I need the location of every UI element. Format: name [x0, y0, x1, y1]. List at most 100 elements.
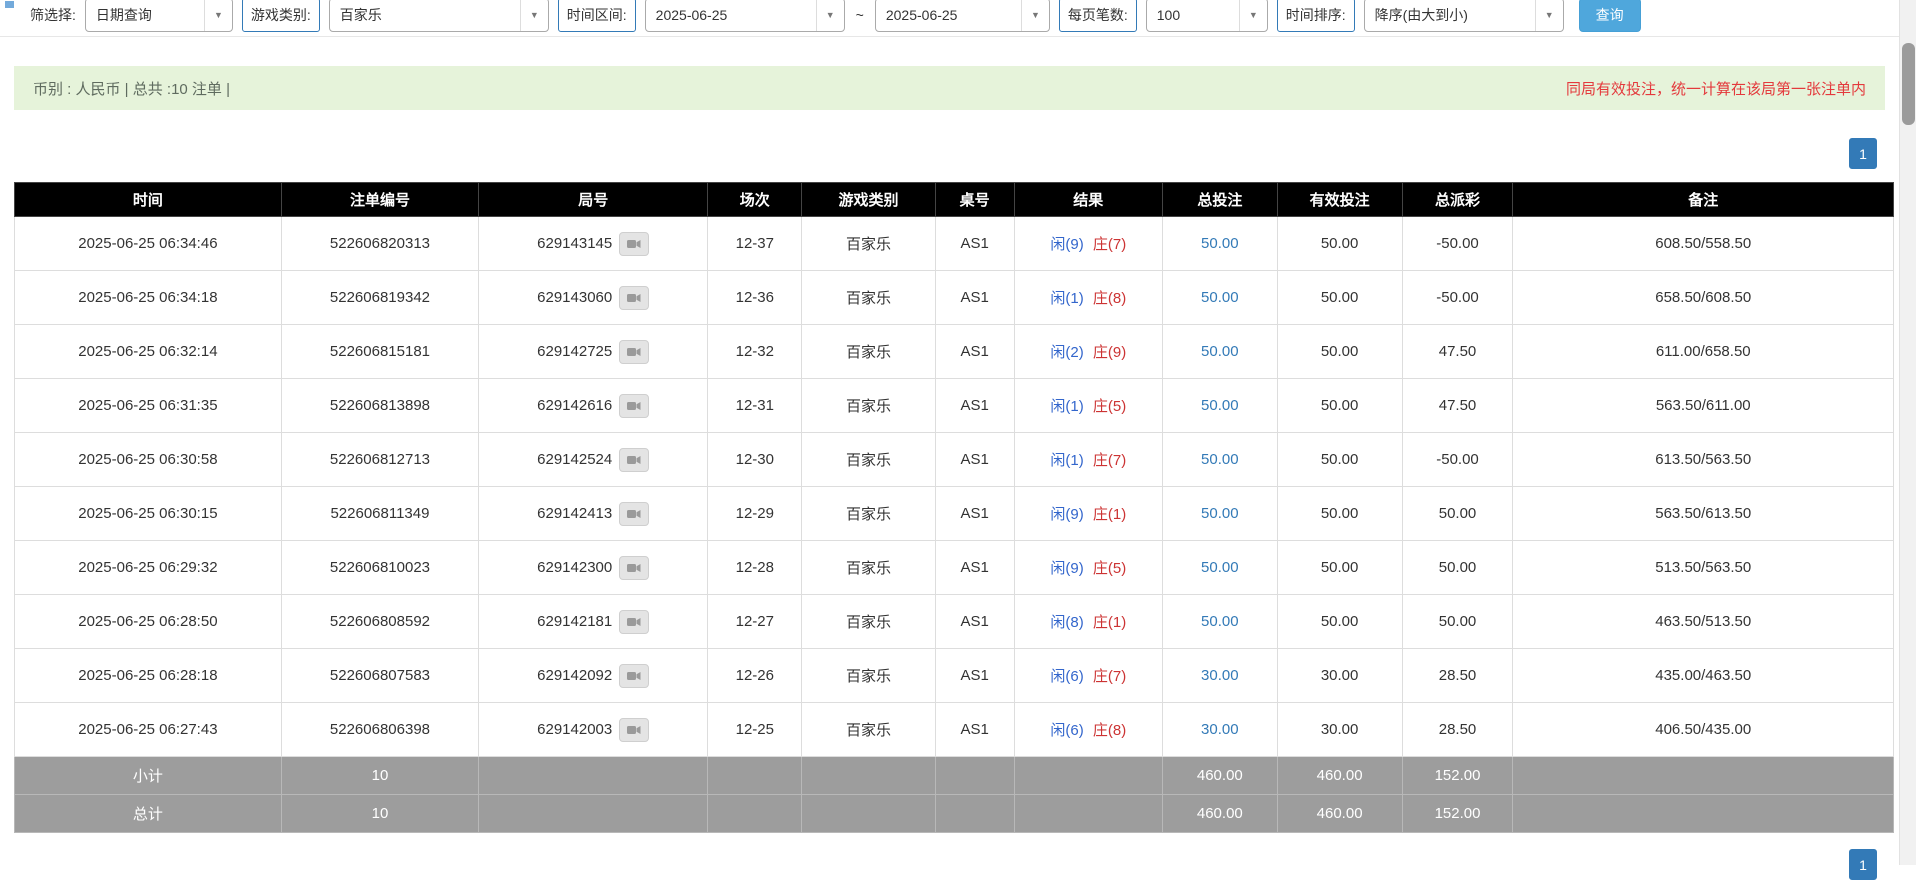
- total-bet-link[interactable]: 50.00: [1201, 289, 1239, 306]
- game-type: 百家乐: [802, 433, 935, 487]
- col-header-result: 结果: [1014, 183, 1162, 217]
- result-player: 闲(6): [1050, 668, 1083, 685]
- session-number: 12-28: [708, 541, 802, 595]
- scrollbar-thumb[interactable]: [1902, 43, 1915, 125]
- total-bet-link[interactable]: 50.00: [1201, 343, 1239, 360]
- bet-number: 522606812713: [281, 433, 478, 487]
- session-number: 12-31: [708, 379, 802, 433]
- total-bet-link[interactable]: 50.00: [1201, 451, 1239, 468]
- table-number: AS1: [935, 649, 1014, 703]
- table-number: AS1: [935, 325, 1014, 379]
- total-bet-link[interactable]: 50.00: [1201, 613, 1239, 630]
- total-bet-link[interactable]: 30.00: [1201, 721, 1239, 738]
- payout: 47.50: [1402, 379, 1513, 433]
- table-row: 2025-06-25 06:31:35 522606813898 6291426…: [15, 379, 1894, 433]
- search-button[interactable]: 查询: [1579, 0, 1641, 32]
- game-type: 百家乐: [802, 325, 935, 379]
- game-type: 百家乐: [802, 703, 935, 757]
- subtotal-payout: 152.00: [1402, 757, 1513, 795]
- bet-number: 522606811349: [281, 487, 478, 541]
- sort-order-select[interactable]: 降序(由大到小) ▼: [1364, 0, 1564, 32]
- result-banker: 庄(7): [1093, 452, 1126, 469]
- total-bet-link[interactable]: 50.00: [1201, 559, 1239, 576]
- total-bet-cell: 50.00: [1163, 595, 1278, 649]
- result-cell: 闲(8) 庄(1): [1014, 595, 1162, 649]
- bet-time: 2025-06-25 06:34:46: [15, 217, 282, 271]
- bet-time: 2025-06-25 06:34:18: [15, 271, 282, 325]
- payout: -50.00: [1402, 217, 1513, 271]
- col-header-round-no: 局号: [479, 183, 708, 217]
- result-player: 闲(9): [1050, 560, 1083, 577]
- total-bet-link[interactable]: 50.00: [1201, 505, 1239, 522]
- valid-bet: 50.00: [1277, 541, 1402, 595]
- bet-time: 2025-06-25 06:32:14: [15, 325, 282, 379]
- sort-order-label: 时间排序:: [1277, 0, 1355, 32]
- page-button[interactable]: 1: [1849, 138, 1877, 169]
- total-bet-link[interactable]: 50.00: [1201, 235, 1239, 252]
- payout: 47.50: [1402, 325, 1513, 379]
- bet-number: 522606806398: [281, 703, 478, 757]
- round-replay-icon[interactable]: [619, 286, 649, 310]
- valid-bet: 50.00: [1277, 433, 1402, 487]
- game-type: 百家乐: [802, 379, 935, 433]
- table-row: 2025-06-25 06:30:15 522606811349 6291424…: [15, 487, 1894, 541]
- summary-bar: 币别 : 人民币 | 总共 :10 注单 | 同局有效投注，统一计算在该局第一张…: [14, 66, 1885, 110]
- payout: -50.00: [1402, 433, 1513, 487]
- round-number-cell: 629142092: [479, 649, 708, 703]
- round-replay-icon[interactable]: [619, 718, 649, 742]
- result-banker: 庄(8): [1093, 290, 1126, 307]
- partial-link-fragment[interactable]: [5, 1, 14, 8]
- round-replay-icon[interactable]: [619, 556, 649, 580]
- round-replay-icon[interactable]: [619, 340, 649, 364]
- bet-number: 522606819342: [281, 271, 478, 325]
- vertical-scrollbar[interactable]: [1899, 0, 1916, 865]
- filter-type-select[interactable]: 日期查询 ▼: [85, 0, 233, 32]
- subtotal-label: 小计: [15, 757, 282, 795]
- page-size-select[interactable]: 100 ▼: [1146, 0, 1268, 32]
- remark: 563.50/613.50: [1513, 487, 1894, 541]
- col-header-game: 游戏类别: [802, 183, 935, 217]
- result-banker: 庄(9): [1093, 344, 1126, 361]
- total-bet-link[interactable]: 50.00: [1201, 397, 1239, 414]
- round-replay-icon[interactable]: [619, 448, 649, 472]
- page-size-label: 每页笔数:: [1059, 0, 1137, 32]
- result-banker: 庄(1): [1093, 614, 1126, 631]
- table-row: 2025-06-25 06:34:46 522606820313 6291431…: [15, 217, 1894, 271]
- game-type-value: 百家乐: [340, 5, 382, 25]
- date-from-value: 2025-06-25: [656, 7, 728, 23]
- game-type-select[interactable]: 百家乐 ▼: [329, 0, 549, 32]
- bet-time: 2025-06-25 06:30:15: [15, 487, 282, 541]
- table-number: AS1: [935, 217, 1014, 271]
- round-number: 629142181: [537, 613, 612, 630]
- total-bet-link[interactable]: 30.00: [1201, 667, 1239, 684]
- round-replay-icon[interactable]: [619, 664, 649, 688]
- table-number: AS1: [935, 433, 1014, 487]
- result-player: 闲(1): [1050, 398, 1083, 415]
- chevron-down-icon: ▼: [204, 0, 232, 31]
- bet-time: 2025-06-25 06:30:58: [15, 433, 282, 487]
- time-range-label: 时间区间:: [558, 0, 636, 32]
- date-to-select[interactable]: 2025-06-25 ▼: [875, 0, 1050, 32]
- valid-bet: 50.00: [1277, 595, 1402, 649]
- remark: 613.50/563.50: [1513, 433, 1894, 487]
- round-number: 629142413: [537, 505, 612, 522]
- session-number: 12-29: [708, 487, 802, 541]
- round-replay-icon[interactable]: [619, 502, 649, 526]
- game-type: 百家乐: [802, 271, 935, 325]
- result-cell: 闲(2) 庄(9): [1014, 325, 1162, 379]
- currency-total-text: 币别 : 人民币 | 总共 :10 注单 |: [33, 78, 230, 99]
- result-banker: 庄(5): [1093, 398, 1126, 415]
- round-replay-icon[interactable]: [619, 394, 649, 418]
- round-number-cell: 629142725: [479, 325, 708, 379]
- round-number-cell: 629142616: [479, 379, 708, 433]
- session-number: 12-25: [708, 703, 802, 757]
- result-player: 闲(1): [1050, 290, 1083, 307]
- pagination-top: 1: [0, 138, 1877, 169]
- payout: 50.00: [1402, 595, 1513, 649]
- round-number: 629142300: [537, 559, 612, 576]
- valid-bet: 50.00: [1277, 487, 1402, 541]
- round-replay-icon[interactable]: [619, 232, 649, 256]
- round-replay-icon[interactable]: [619, 610, 649, 634]
- game-type: 百家乐: [802, 649, 935, 703]
- date-from-select[interactable]: 2025-06-25 ▼: [645, 0, 845, 32]
